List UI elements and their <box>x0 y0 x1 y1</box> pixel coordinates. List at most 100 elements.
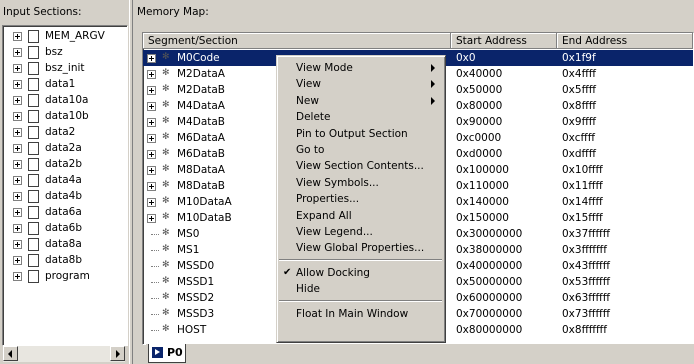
menu-item-allow-docking[interactable]: ✔ Allow Docking <box>277 264 445 282</box>
end-address: 0x5ffff <box>562 84 597 96</box>
end-address: 0x8fffffff <box>562 324 607 336</box>
start-address: 0x40000000 <box>456 260 523 272</box>
expand-icon[interactable] <box>147 182 156 191</box>
menu-item-expand-all[interactable]: Expand All <box>277 207 445 225</box>
input-section-item[interactable]: bsz_init <box>3 60 127 76</box>
expand-icon[interactable] <box>147 214 156 223</box>
menu-item-go-to[interactable]: Go to <box>277 141 445 159</box>
menu-item-label: View Mode <box>296 62 353 74</box>
tab-p0[interactable]: P0 <box>148 344 186 363</box>
section-file-icon <box>28 206 39 219</box>
panel-splitter[interactable] <box>129 0 133 364</box>
expand-icon[interactable] <box>13 272 22 281</box>
end-address: 0x37ffffff <box>562 228 610 240</box>
menu-item-delete[interactable]: Delete <box>277 108 445 126</box>
expand-icon[interactable] <box>13 224 22 233</box>
menu-item-view[interactable]: View <box>277 75 445 93</box>
expand-icon[interactable] <box>147 166 156 175</box>
expand-icon[interactable] <box>13 160 22 169</box>
processor-icon <box>152 347 163 358</box>
expand-icon[interactable] <box>147 102 156 111</box>
expand-icon[interactable] <box>13 256 22 265</box>
expand-icon[interactable] <box>13 96 22 105</box>
segment-name: M10DataB <box>177 212 232 224</box>
input-section-item[interactable]: data6b <box>3 220 127 236</box>
segment-name: MS0 <box>177 228 200 240</box>
column-header-segment[interactable]: Segment/Section <box>143 33 451 49</box>
menu-item-properties[interactable]: Properties... <box>277 190 445 208</box>
menu-item-label: View Global Properties... <box>296 242 425 255</box>
input-section-item[interactable]: data4a <box>3 172 127 188</box>
menu-item-view-section-contents[interactable]: View Section Contents... <box>277 157 445 175</box>
input-section-item[interactable]: data1 <box>3 76 127 92</box>
menu-item-label: View Legend... <box>296 226 373 238</box>
expand-icon[interactable] <box>147 150 156 159</box>
input-section-item[interactable]: data2b <box>3 156 127 172</box>
expand-icon[interactable] <box>13 208 22 217</box>
input-section-item[interactable]: bsz <box>3 44 127 60</box>
input-sections-tree[interactable]: MEM_ARGV bsz bsz_init data1 data10a data10b da… <box>2 25 128 346</box>
menu-item-pin-to-output-section[interactable]: Pin to Output Section <box>277 125 445 143</box>
expand-icon[interactable] <box>13 240 22 249</box>
memory-segment-icon: ✻ <box>162 100 170 110</box>
start-address: 0x100000 <box>456 164 509 176</box>
expand-icon[interactable] <box>13 144 22 153</box>
expand-icon[interactable] <box>147 54 156 63</box>
input-section-item[interactable]: data10b <box>3 108 127 124</box>
menu-item-label: View Symbols... <box>296 176 379 189</box>
input-section-label: bsz_init <box>45 62 85 74</box>
memory-segment-icon: ✻ <box>162 260 170 270</box>
expand-icon[interactable] <box>147 198 156 207</box>
column-header-start-address[interactable]: Start Address <box>451 33 557 49</box>
menu-item-new[interactable]: New <box>277 92 445 110</box>
scroll-left-button[interactable] <box>3 346 18 361</box>
menu-item-view-symbols[interactable]: View Symbols... <box>277 174 445 192</box>
section-file-icon <box>28 174 39 187</box>
input-section-label: data8a <box>45 238 82 250</box>
expand-icon[interactable] <box>13 48 22 57</box>
section-file-icon <box>28 238 39 251</box>
input-section-item[interactable]: data10a <box>3 92 127 108</box>
scroll-right-button[interactable] <box>110 346 125 361</box>
menu-item-view-mode[interactable]: View Mode <box>277 59 445 77</box>
memory-segment-icon: ✻ <box>162 164 170 174</box>
section-file-icon <box>28 222 39 235</box>
menu-item-view-legend[interactable]: View Legend... <box>277 223 445 241</box>
menu-item-label: Float In Main Window <box>296 307 409 320</box>
expand-icon[interactable] <box>147 86 156 95</box>
menu-item-hide[interactable]: Hide <box>277 280 445 298</box>
expand-icon[interactable] <box>13 64 22 73</box>
start-address: 0x80000000 <box>456 324 523 336</box>
column-header-end-address[interactable]: End Address <box>557 33 693 49</box>
input-section-label: data8b <box>45 254 82 266</box>
input-section-label: data6b <box>45 222 82 234</box>
expand-icon[interactable] <box>13 32 22 41</box>
input-section-item[interactable]: data8a <box>3 236 127 252</box>
input-sections-hscrollbar[interactable] <box>3 346 125 362</box>
expand-icon[interactable] <box>147 134 156 143</box>
segment-name: HOST <box>177 324 207 336</box>
expand-icon[interactable] <box>13 192 22 201</box>
menu-item-label: View <box>296 78 321 91</box>
expand-icon[interactable] <box>13 112 22 121</box>
input-section-item[interactable]: data2 <box>3 124 127 140</box>
input-section-item[interactable]: data8b <box>3 252 127 268</box>
menu-item-float-in-main-window[interactable]: Float In Main Window <box>277 305 445 323</box>
expand-icon[interactable] <box>13 128 22 137</box>
expand-icon[interactable] <box>147 118 156 127</box>
input-section-item[interactable]: MEM_ARGV <box>3 28 127 44</box>
input-section-item[interactable]: program <box>3 268 127 284</box>
menu-separator <box>279 258 442 261</box>
memory-segment-icon: ✻ <box>162 196 170 206</box>
menu-item-view-global-properties[interactable]: View Global Properties... <box>277 239 445 257</box>
expand-icon[interactable] <box>13 80 22 89</box>
input-section-item[interactable]: data2a <box>3 140 127 156</box>
expand-icon[interactable] <box>147 70 156 79</box>
tab-p0-label: P0 <box>167 346 183 359</box>
expand-icon[interactable] <box>13 176 22 185</box>
start-address: 0x38000000 <box>456 244 523 256</box>
arrow-right-icon <box>116 350 120 358</box>
input-section-item[interactable]: data6a <box>3 204 127 220</box>
end-address: 0x3fffffff <box>562 244 607 256</box>
input-section-item[interactable]: data4b <box>3 188 127 204</box>
